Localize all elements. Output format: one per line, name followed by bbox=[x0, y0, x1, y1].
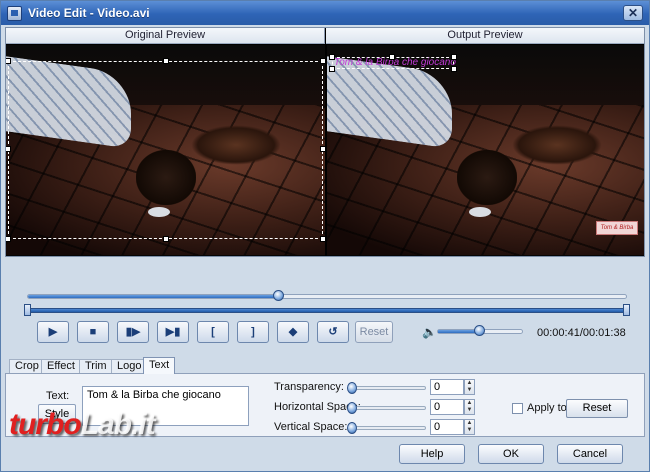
vertical-space-label: Vertical Space: bbox=[274, 421, 348, 433]
mark-in-button[interactable]: [ bbox=[197, 321, 229, 343]
app-icon bbox=[7, 5, 22, 21]
play-button[interactable]: ▶ bbox=[37, 321, 69, 343]
title-bar: Video Edit - Video.avi ✕ bbox=[1, 1, 649, 25]
tab-trim[interactable]: Trim bbox=[79, 359, 113, 374]
dialog-footer: Help OK Cancel bbox=[1, 439, 649, 471]
cancel-button[interactable]: Cancel bbox=[557, 444, 623, 464]
output-preview-video: Tom & la Birba che giocano Tom & Birba bbox=[327, 45, 644, 256]
transparency-slider[interactable] bbox=[347, 382, 426, 394]
original-preview-label: Original Preview bbox=[6, 28, 325, 44]
snapshot-button[interactable]: ◆ bbox=[277, 321, 309, 343]
text-handle-tl[interactable] bbox=[329, 54, 335, 60]
rotate-button[interactable]: ↺ bbox=[317, 321, 349, 343]
text-handle-bl[interactable] bbox=[329, 66, 335, 72]
crop-handle-tr[interactable] bbox=[320, 58, 325, 64]
mark-out-button[interactable]: ] bbox=[237, 321, 269, 343]
text-label: Text: bbox=[46, 390, 70, 402]
edit-tabs: Crop Effect Trim Logo Text bbox=[5, 357, 645, 374]
vertical-space-spinner[interactable]: ▲ ▼ bbox=[464, 419, 475, 435]
text-handle-tr[interactable] bbox=[451, 54, 457, 60]
step-forward-button[interactable]: ▮▶ bbox=[117, 321, 149, 343]
watermark-logo: turboLab.it bbox=[9, 408, 156, 441]
tab-text[interactable]: Text bbox=[143, 357, 176, 374]
preview-area: Original Preview Output Preview Tom & la… bbox=[5, 27, 645, 257]
vertical-space-input[interactable]: 0 bbox=[430, 419, 464, 435]
playback-controls: ▶ ■ ▮▶ ▶▮ [ ] ◆ ↺ Reset 🔈 00:00:41/00:01… bbox=[5, 319, 645, 349]
seek-bar[interactable] bbox=[27, 294, 627, 299]
volume-icon[interactable]: 🔈 bbox=[422, 325, 437, 339]
tab-effect[interactable]: Effect bbox=[41, 359, 81, 374]
transparency-spinner[interactable]: ▲ ▼ bbox=[464, 379, 475, 395]
tab-logo[interactable]: Logo bbox=[111, 359, 148, 374]
horizontal-space-spinner[interactable]: ▲ ▼ bbox=[464, 399, 475, 415]
crop-handle-tl[interactable] bbox=[6, 58, 11, 64]
trim-range-bar[interactable] bbox=[27, 308, 627, 313]
reset-text-button[interactable]: Reset bbox=[566, 399, 628, 418]
crop-handle-bl[interactable] bbox=[6, 236, 11, 242]
crop-handle-top[interactable] bbox=[163, 58, 169, 64]
help-button[interactable]: Help bbox=[399, 444, 465, 464]
output-preview-label: Output Preview bbox=[326, 28, 644, 44]
close-button[interactable]: ✕ bbox=[623, 5, 643, 21]
vertical-space-thumb[interactable] bbox=[347, 422, 357, 434]
logo-stamp: Tom & Birba bbox=[596, 221, 638, 235]
transparency-input[interactable]: 0 bbox=[430, 379, 464, 395]
transparency-thumb[interactable] bbox=[347, 382, 357, 394]
horizontal-space-thumb[interactable] bbox=[347, 402, 357, 414]
text-handle-top[interactable] bbox=[389, 54, 395, 60]
trim-start-marker[interactable] bbox=[24, 304, 31, 316]
transparency-label: Transparency: bbox=[274, 381, 344, 393]
seek-thumb[interactable] bbox=[273, 290, 284, 301]
time-display: 00:00:41/00:01:38 bbox=[537, 327, 626, 339]
crop-handle-right[interactable] bbox=[320, 146, 325, 152]
crop-handle-bottom[interactable] bbox=[163, 236, 169, 242]
trim-end-marker[interactable] bbox=[623, 304, 630, 316]
seek-fill bbox=[28, 295, 280, 298]
original-preview-video bbox=[6, 45, 325, 256]
crop-rectangle[interactable] bbox=[8, 61, 323, 239]
horizontal-space-input[interactable]: 0 bbox=[430, 399, 464, 415]
ok-button[interactable]: OK bbox=[478, 444, 544, 464]
apply-to-all-checkbox[interactable] bbox=[512, 403, 523, 414]
timeline bbox=[5, 289, 645, 319]
window-title: Video Edit - Video.avi bbox=[28, 6, 150, 20]
volume-thumb[interactable] bbox=[474, 325, 485, 336]
text-handle-br[interactable] bbox=[451, 66, 457, 72]
horizontal-space-slider[interactable] bbox=[347, 402, 426, 414]
video-edit-window: Video Edit - Video.avi ✕ Original Previe… bbox=[0, 0, 650, 472]
next-frame-button[interactable]: ▶▮ bbox=[157, 321, 189, 343]
stop-button[interactable]: ■ bbox=[77, 321, 109, 343]
crop-handle-br[interactable] bbox=[320, 236, 325, 242]
crop-handle-left[interactable] bbox=[6, 146, 11, 152]
tab-crop[interactable]: Crop bbox=[9, 359, 45, 374]
reset-playback-button[interactable]: Reset bbox=[355, 321, 393, 343]
vertical-space-slider[interactable] bbox=[347, 422, 426, 434]
